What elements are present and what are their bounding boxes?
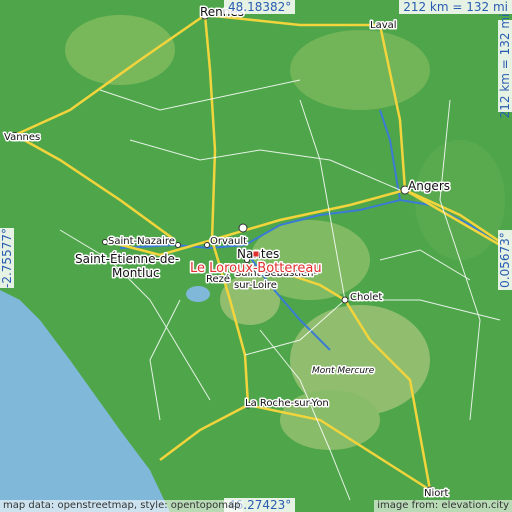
angers-label: Angers xyxy=(408,179,450,193)
coord-right-longitude: 0.05673° xyxy=(498,230,512,290)
highlight-label: Le Loroux-Bottereau xyxy=(190,261,322,276)
cholet-label: Cholet xyxy=(350,292,382,303)
saint-etienne-label-1: Saint-Étienne-de- xyxy=(75,251,179,266)
orvault-label: Orvault xyxy=(210,236,247,247)
coord-top-latitude: 48.18382° xyxy=(224,0,296,14)
saint-sebastien-label-2: sur-Loire xyxy=(234,280,277,291)
saint-etienne-label-2: Montluc xyxy=(112,266,160,280)
laval-label: Laval xyxy=(370,20,397,31)
map-credit[interactable]: map data: openstreetmap, style: opentopo… xyxy=(0,500,244,512)
coord-left-longitude: -2.75577° xyxy=(0,228,14,288)
scale-horizontal: 212 km = 132 mi xyxy=(399,0,512,14)
scale-vertical-text: 212 km = 132 mi xyxy=(498,13,512,119)
cholet-marker xyxy=(341,296,349,304)
coord-right-text: 0.05673° xyxy=(498,232,512,288)
image-credit[interactable]: image from: elevation.city xyxy=(374,500,512,512)
saint-nazaire-label: Saint-Nazaire xyxy=(108,236,175,247)
niort-label: Niort xyxy=(424,488,448,499)
nantes-marker xyxy=(238,223,248,233)
lake xyxy=(186,286,210,302)
saint-etienne-marker xyxy=(175,242,181,248)
la-roche-label: La Roche-sur-Yon xyxy=(245,398,329,409)
map-canvas[interactable]: Rennes Laval Vannes Angers Cholet Saint-… xyxy=(0,0,512,512)
vannes-label: Vannes xyxy=(4,132,40,143)
scale-vertical: 212 km = 132 mi xyxy=(498,14,512,118)
saint-nazaire-marker xyxy=(102,239,108,245)
mont-mercure-label: Mont Mercure xyxy=(312,366,375,376)
orvault-marker xyxy=(204,242,210,248)
coord-left-text: -2.75577° xyxy=(0,228,14,288)
